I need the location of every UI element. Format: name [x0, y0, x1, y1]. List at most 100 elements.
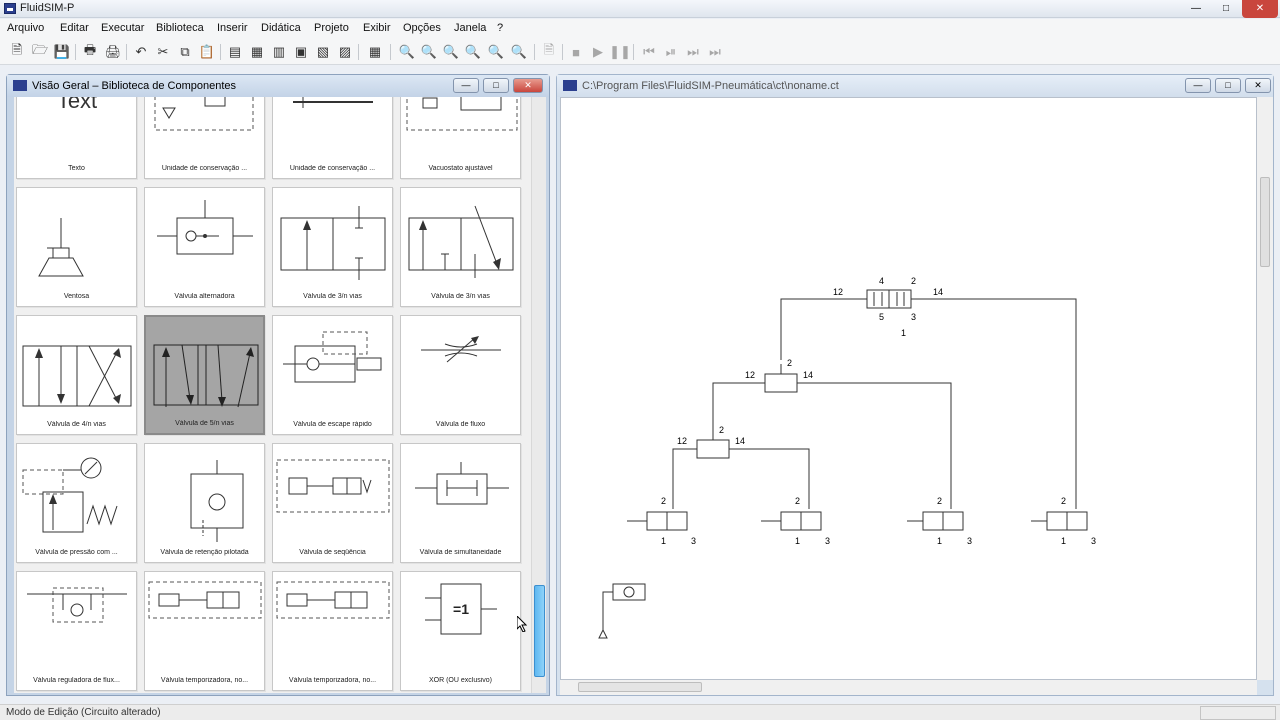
copy-icon[interactable]: ⧉ [176, 43, 194, 61]
component-card-time-delay-valve-alt[interactable]: Válvula temporizadora, no... [272, 571, 393, 691]
library-minimize-button[interactable]: — [453, 78, 479, 93]
circuit-window: C:\Program Files\FluidSIM-Pneumática\ct\… [556, 74, 1274, 696]
component-label: Válvula de pressão com ... [35, 549, 118, 556]
circuit-canvas[interactable]: 12 14 4 2 5 3 1 12 14 2 12 14 2 2 1 3 2 [560, 97, 1257, 680]
circuit-vertical-scrollbar[interactable] [1257, 97, 1273, 680]
component-card-text[interactable]: Text Texto [16, 97, 137, 179]
step-icon[interactable]: ⏯ [662, 43, 680, 61]
svg-text:3: 3 [911, 312, 916, 322]
component-card-3-way-valve-alt[interactable]: Válvula de 3/n vias [400, 187, 521, 307]
align-right-icon[interactable]: ▥ [270, 43, 288, 61]
check-drawing-icon[interactable]: 🗎 [540, 42, 558, 61]
library-close-button[interactable]: ✕ [513, 78, 543, 93]
component-card-quick-exhaust-valve[interactable]: Válvula de escape rápido [272, 315, 393, 435]
component-card-service-unit[interactable]: Unidade de conservação ... [144, 97, 265, 179]
align-left-icon[interactable]: ▤ [226, 43, 244, 61]
app-logo-icon [4, 3, 16, 14]
component-library-window: Visão Geral – Biblioteca de Componentes … [6, 74, 550, 696]
component-grid: Text Texto Unidade de conservação ... Un… [14, 97, 531, 693]
menu-opcoes[interactable]: Opções [403, 22, 441, 34]
component-card-vacuum-switch[interactable]: Vacuostato ajustável [400, 97, 521, 179]
grid-icon[interactable]: ▦ [366, 43, 384, 61]
menu-help[interactable]: ? [497, 22, 503, 34]
component-card-flow-control-valve[interactable]: Válvula reguladora de flux... [16, 571, 137, 691]
reset-icon[interactable]: ⏮ [640, 43, 658, 61]
component-card-time-delay-valve[interactable]: Válvula temporizadora, no... [144, 571, 265, 691]
menu-arquivo[interactable]: Arquivo [7, 22, 44, 34]
align-bottom-icon[interactable]: ▨ [336, 43, 354, 61]
status-bar: Modo de Edição (Circuito alterado) [0, 704, 1280, 720]
component-card-xor[interactable]: =1 XOR (OU exclusivo) [400, 571, 521, 691]
component-card-3-way-valve[interactable]: Válvula de 3/n vias [272, 187, 393, 307]
pressure-valve-icon [22, 457, 118, 533]
menu-inserir[interactable]: Inserir [217, 22, 248, 34]
circuit-minimize-button[interactable]: — [1185, 78, 1211, 93]
svg-text:2: 2 [1061, 496, 1066, 506]
zoom-out-icon[interactable]: 🔍 [510, 43, 528, 61]
svg-text:2: 2 [911, 276, 916, 286]
component-label: Unidade de conservação ... [161, 165, 248, 172]
app-title: FluidSIM-P [20, 2, 75, 14]
circuit-horizontal-scrollbar[interactable] [560, 680, 1257, 695]
component-label: Válvula de 3/n vias [431, 293, 490, 300]
menu-biblioteca[interactable]: Biblioteca [156, 22, 204, 34]
component-card-shuttle-valve[interactable]: Válvula alternadora [144, 187, 265, 307]
library-restore-button[interactable]: □ [483, 78, 509, 93]
play-icon[interactable]: ▶ [589, 43, 607, 61]
zoom-fit-icon[interactable]: 🔍 [398, 43, 416, 61]
component-card-piloted-check-valve[interactable]: Válvula de retenção pilotada [144, 443, 265, 563]
circuit-close-button[interactable]: ✕ [1245, 78, 1271, 93]
step-forward-icon[interactable]: ⏭ [684, 43, 702, 61]
save-icon[interactable]: 💾 [53, 43, 71, 61]
component-card-suction-cup[interactable]: Ventosa [16, 187, 137, 307]
flow-valve-icon [421, 336, 501, 363]
svg-text:1: 1 [901, 328, 906, 338]
zoom-default-icon[interactable]: 🔍 [487, 43, 505, 61]
undo-icon[interactable]: ↶ [132, 43, 150, 61]
minimize-button[interactable]: — [1182, 0, 1210, 18]
circuit-vscroll-thumb[interactable] [1260, 177, 1270, 267]
menu-didatica[interactable]: Didática [261, 22, 301, 34]
print-preview-icon[interactable]: 🖶 [81, 42, 99, 61]
component-card-service-unit-simplified[interactable]: Unidade de conservação ... [272, 97, 393, 179]
component-card-5-way-valve[interactable]: Válvula de 5/n vias [144, 315, 265, 435]
open-folder-icon[interactable]: 🗁 [31, 42, 49, 61]
maximize-button[interactable]: □ [1212, 0, 1240, 18]
component-card-pressure-valve[interactable]: Válvula de pressão com ... [16, 443, 137, 563]
menu-executar[interactable]: Executar [101, 22, 144, 34]
zoom-in-icon[interactable]: 🔍 [464, 43, 482, 61]
cut-icon[interactable]: ✂ [154, 43, 172, 61]
library-vertical-scrollbar[interactable] [531, 97, 546, 693]
circuit-hscroll-thumb[interactable] [578, 682, 702, 692]
toolbar: 🗎 🗁 💾 🖶 🖨 ↶ ✂ ⧉ 📋 ▤ ▦ ▥ ▣ ▧ ▨ ▦ 🔍 🔍 🔍 🔍 … [0, 39, 1280, 65]
zoom-last-icon[interactable]: 🔍 [442, 43, 460, 61]
suction-cup-icon [38, 218, 84, 277]
circuit-restore-button[interactable]: □ [1215, 78, 1241, 93]
menu-exibir[interactable]: Exibir [363, 22, 391, 34]
component-card-4-way-valve[interactable]: Válvula de 4/n vias [16, 315, 137, 435]
menu-janela[interactable]: Janela [454, 22, 486, 34]
component-card-two-pressure-valve[interactable]: Válvula de simultaneidade [400, 443, 521, 563]
close-button[interactable]: ✕ [1242, 0, 1278, 18]
paste-icon[interactable]: 📋 [198, 43, 216, 61]
lower-shuttle-valve [696, 439, 730, 459]
align-center-icon[interactable]: ▦ [248, 43, 266, 61]
zoom-window-icon[interactable]: 🔍 [420, 43, 438, 61]
pause-icon[interactable]: ❚❚ [609, 43, 631, 61]
new-file-icon[interactable]: 🗎 [8, 42, 26, 61]
menu-editar[interactable]: Editar [60, 22, 89, 34]
align-middle-icon[interactable]: ▧ [314, 43, 332, 61]
3-way-valve-icon [280, 206, 386, 280]
library-scroll-thumb[interactable] [534, 585, 545, 677]
component-card-sequence-valve[interactable]: Válvula de seqüência [272, 443, 393, 563]
align-top-icon[interactable]: ▣ [292, 43, 310, 61]
quick-exhaust-valve-icon [283, 331, 382, 383]
component-label: Ventosa [63, 293, 90, 300]
stop-icon[interactable]: ■ [567, 43, 585, 61]
component-card-flow-valve[interactable]: Válvula de fluxo [400, 315, 521, 435]
menu-projeto[interactable]: Projeto [314, 22, 349, 34]
toolbar-separator [75, 44, 76, 60]
svg-text:4: 4 [879, 276, 884, 286]
print-icon[interactable]: 🖨 [104, 43, 122, 61]
end-icon[interactable]: ⏭ [706, 43, 724, 61]
